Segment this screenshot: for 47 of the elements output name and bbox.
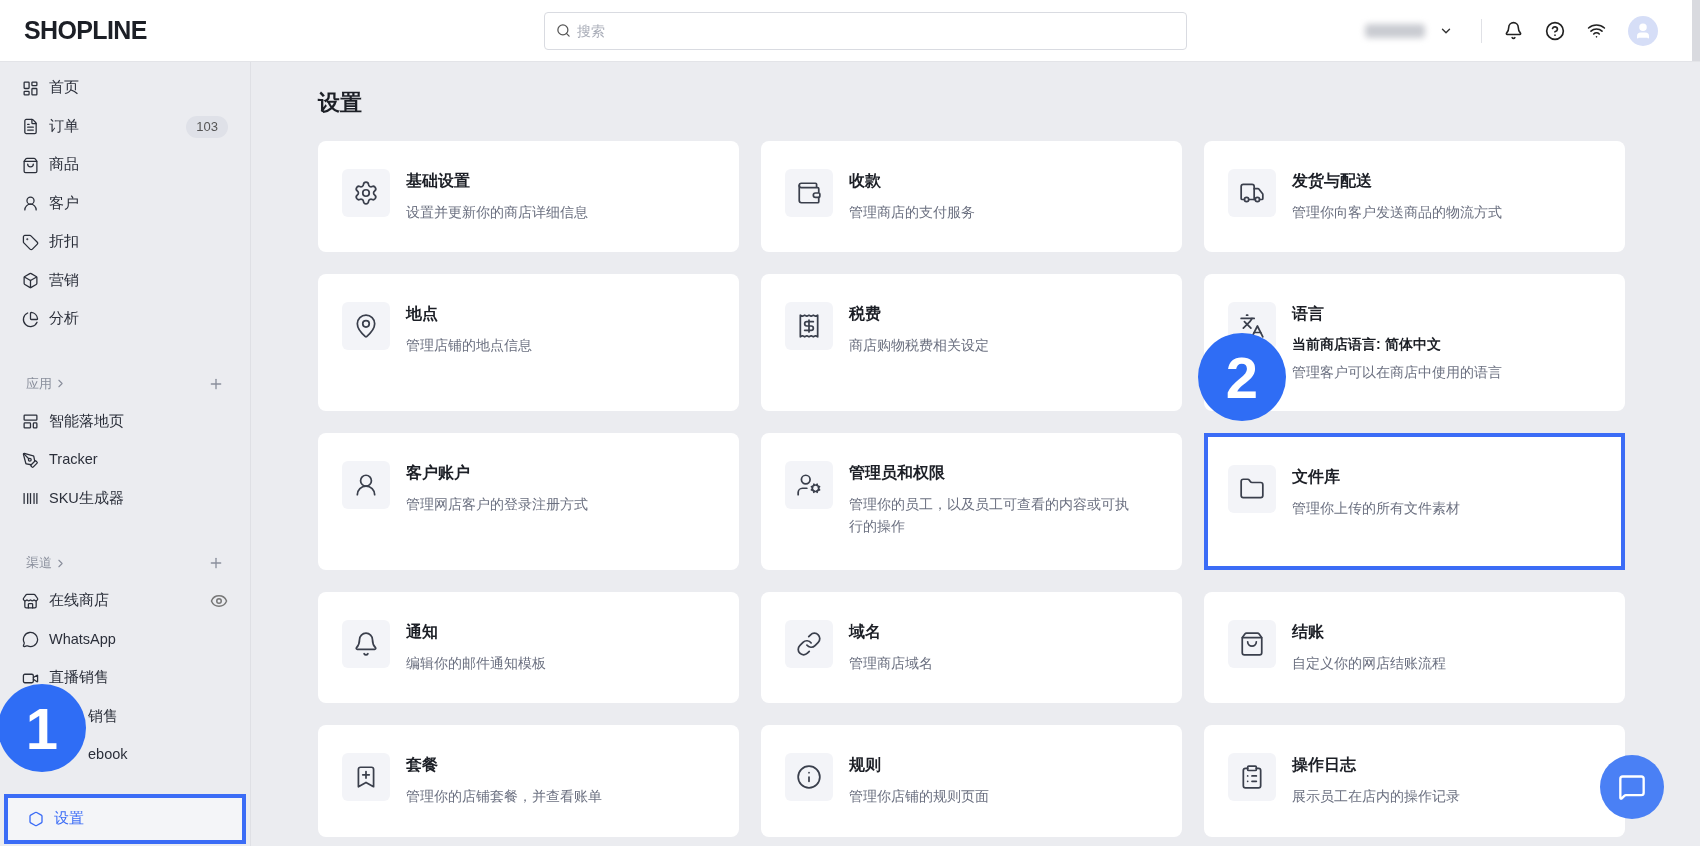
page-title: 设置	[318, 89, 363, 117]
card-title: 通知	[406, 622, 439, 642]
card-description: 管理店铺的地点信息	[406, 336, 532, 355]
card-description: 管理客户可以在商店中使用的语言	[1292, 363, 1502, 382]
sidebar-label: 智能落地页	[49, 411, 125, 431]
card-description: 管理商店的支付服务	[849, 203, 975, 222]
card-title: 基础设置	[406, 171, 471, 191]
card-title: 套餐	[406, 755, 439, 775]
card-description: 展示员工在店内的操作记录	[1292, 787, 1460, 806]
count-badge: 103	[186, 115, 228, 138]
sidebar-label: 分析	[49, 309, 80, 329]
card-description: 管理网店客户的登录注册方式	[406, 495, 588, 514]
card-description: 管理你上传的所有文件素材	[1292, 499, 1460, 518]
card-title: 收款	[849, 171, 882, 191]
card-title: 操作日志	[1292, 755, 1357, 775]
card-description: 管理你向客户发送商品的物流方式	[1292, 203, 1502, 222]
card-description: 设置并更新你的商店详细信息	[406, 203, 588, 222]
card-title: 税费	[849, 304, 882, 324]
sidebar-label: 折扣	[49, 232, 80, 252]
card-description: 管理你店铺的规则页面	[849, 787, 989, 806]
sidebar-label: WhatsApp	[49, 629, 117, 649]
logo: SHOPLINE	[24, 14, 148, 46]
card-description: 管理你的店铺套餐，并查看账单	[406, 787, 602, 806]
card-description: 编辑你的邮件通知模板	[406, 654, 546, 673]
card-title: 管理员和权限	[849, 463, 946, 483]
card-description: 自定义你的网店结账流程	[1292, 654, 1446, 673]
sidebar-label: 商品	[49, 155, 80, 175]
card-title: 规则	[849, 755, 882, 775]
card-description: 管理商店域名	[849, 654, 933, 673]
sidebar-label: 首页	[49, 78, 80, 98]
card-status: 当前商店语言: 简体中文	[1292, 335, 1442, 354]
step-callout-tooltip: 2	[1198, 333, 1286, 421]
card-title: 语言	[1292, 304, 1325, 324]
card-description: 管理你的员工，以及员工可查看的内容或可执行的操作	[849, 495, 1130, 536]
card-description: 商店购物税费相关设定	[849, 336, 989, 355]
card-title: 文件库	[1292, 467, 1341, 487]
sidebar-label: SKU生成器	[49, 488, 125, 508]
sidebar-label: 营销	[49, 270, 80, 290]
sidebar-label: 在线商店	[49, 591, 110, 611]
sidebar-label: 客户	[49, 193, 80, 213]
sidebar-label: 订单	[49, 116, 80, 136]
card-title: 结账	[1292, 622, 1325, 642]
card-title: 客户账户	[406, 463, 471, 483]
card-title: 发货与配送	[1292, 171, 1373, 192]
card-title: 地点	[406, 304, 439, 324]
sidebar-label: Tracker	[49, 450, 99, 470]
card-title: 域名	[849, 622, 882, 642]
